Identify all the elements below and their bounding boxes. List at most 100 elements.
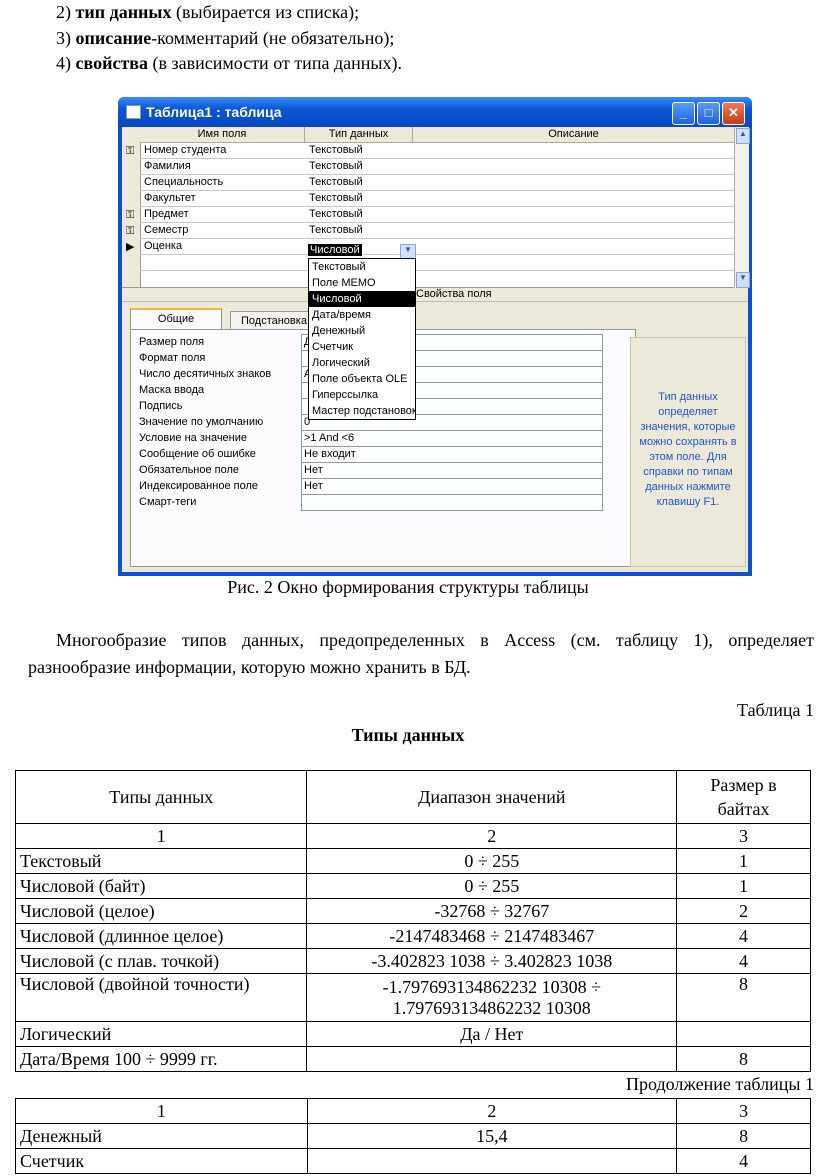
data-type-combobox[interactable]: Числовой ▼ xyxy=(308,244,416,260)
type-cell: Дата/Время 100 ÷ 9999 гг. xyxy=(14,1046,308,1072)
property-label: Обязательное поле xyxy=(139,464,240,476)
grid-scrollbar[interactable]: ▲ ▼ xyxy=(734,127,750,288)
type-cell: Числовой (целое) xyxy=(14,898,308,924)
list-text: (выбирается из списка); xyxy=(171,2,360,22)
property-label: Подпись xyxy=(139,400,183,412)
dropdown-option-selected[interactable]: Числовой xyxy=(309,291,416,307)
window-titlebar[interactable]: Таблица1 : таблица _ □ ✕ xyxy=(118,97,752,127)
scroll-down-icon[interactable]: ▼ xyxy=(736,272,750,288)
property-field[interactable]: Не входит xyxy=(301,446,603,463)
list-term: описание xyxy=(75,28,152,48)
close-button[interactable]: ✕ xyxy=(722,102,745,125)
range-cell: -32768 ÷ 32767 xyxy=(306,898,678,924)
access-table-window: Таблица1 : таблица _ □ ✕ Имя поля Тип да… xyxy=(118,97,752,576)
dropdown-option[interactable]: Дата/время xyxy=(309,307,416,323)
field-name-cell[interactable]: Номер студента xyxy=(144,144,226,156)
range-cell: 15,4 xyxy=(306,1123,678,1149)
field-type-cell[interactable]: Текстовый xyxy=(309,144,363,156)
help-text: Тип данных определяет значения, которые … xyxy=(639,391,737,508)
property-field[interactable] xyxy=(301,494,603,511)
property-label: Размер поля xyxy=(139,336,205,348)
list-number: 4) xyxy=(56,53,71,73)
dropdown-option[interactable]: Мастер подстановок... xyxy=(309,403,416,419)
figure-caption: Рис. 2 Окно формирования структуры табли… xyxy=(227,577,589,597)
minimize-button[interactable]: _ xyxy=(672,102,695,125)
field-name-cell[interactable]: Специальность xyxy=(144,176,223,188)
type-cell: Числовой (байт) xyxy=(14,873,308,899)
combobox-value[interactable]: Числовой xyxy=(308,244,362,256)
data-types-table: Типы данных Диапазон значений Размер в б… xyxy=(14,770,811,1072)
range-cell: -1.797693134862232 10308 ÷ 1.79769313486… xyxy=(306,973,678,1022)
window-title: Таблица1 : таблица xyxy=(146,104,282,120)
size-cell: 8 xyxy=(676,973,811,1022)
scroll-up-icon[interactable]: ▲ xyxy=(736,128,750,144)
property-label: Значение по умолчанию xyxy=(139,416,264,428)
table-row-empty[interactable] xyxy=(140,255,734,271)
size-cell: 1 xyxy=(676,848,811,874)
field-name-cell[interactable]: Предмет xyxy=(144,208,189,220)
header-description[interactable]: Описание xyxy=(413,127,735,143)
table-row[interactable]: Специальность Текстовый xyxy=(140,175,734,191)
table-row[interactable]: Фамилия Текстовый xyxy=(140,159,734,175)
type-cell: Числовой (длинное целое) xyxy=(14,923,308,949)
size-cell: 8 xyxy=(676,1123,811,1149)
header-field-name[interactable]: Имя поля xyxy=(140,127,305,143)
table-row: Логический Да / Нет xyxy=(14,1021,811,1047)
dropdown-option[interactable]: Логический xyxy=(309,355,416,371)
dropdown-option[interactable]: Денежный xyxy=(309,323,416,339)
field-type-cell[interactable]: Текстовый xyxy=(309,160,363,172)
table-row: Денежный 15,4 8 xyxy=(15,1123,811,1149)
range-cell: -2147483468 ÷ 2147483467 xyxy=(306,923,678,949)
dropdown-option[interactable]: Поле объекта OLE xyxy=(309,371,416,387)
dropdown-option[interactable]: Счетчик xyxy=(309,339,416,355)
field-type-cell[interactable]: Текстовый xyxy=(309,176,363,188)
field-name-cell[interactable]: Фамилия xyxy=(144,160,191,172)
table-row[interactable]: Предмет Текстовый xyxy=(140,207,734,223)
number-cell: 1 xyxy=(15,1098,308,1124)
dropdown-option[interactable]: Гиперссылка xyxy=(309,387,416,403)
property-value: Не входит xyxy=(304,448,356,460)
property-row[interactable]: Обязательное поле Нет xyxy=(139,462,629,479)
data-type-dropdown[interactable]: Текстовый Поле MEMO Числовой Дата/время … xyxy=(308,258,416,420)
dropdown-option[interactable]: Текстовый xyxy=(309,259,416,275)
property-field[interactable]: Нет xyxy=(301,478,603,495)
header-data-type[interactable]: Тип данных xyxy=(305,127,413,143)
property-row[interactable]: Индексированное поле Нет xyxy=(139,478,629,495)
property-value: Нет xyxy=(304,480,323,492)
property-field[interactable]: Нет xyxy=(301,462,603,479)
list-number: 3) xyxy=(56,28,71,48)
field-type-cell[interactable]: Текстовый xyxy=(309,192,363,204)
primary-key-icon: ⚿ xyxy=(126,209,135,221)
maximize-button[interactable]: □ xyxy=(697,102,720,125)
size-cell xyxy=(676,1021,811,1047)
property-label: Сообщение об ошибке xyxy=(139,448,256,460)
property-label: Индексированное поле xyxy=(139,480,258,492)
range-cell xyxy=(306,1148,678,1174)
field-grid: Имя поля Тип данных Описание Номер студе… xyxy=(122,127,735,288)
property-row[interactable]: Условие на значение >1 And <6 xyxy=(139,430,629,447)
table-title: Типы данных xyxy=(351,725,465,745)
table-row[interactable]: Номер студента Текстовый xyxy=(140,143,734,159)
tab-lookup[interactable]: Подстановка xyxy=(230,311,318,330)
range-cell: Да / Нет xyxy=(306,1021,678,1047)
tab-general[interactable]: Общие xyxy=(130,308,222,331)
table-row: Дата/Время 100 ÷ 9999 гг. 8 xyxy=(14,1046,811,1072)
number-cell: 3 xyxy=(676,1098,811,1124)
table-row: Счетчик 4 xyxy=(15,1148,811,1174)
field-name-cell[interactable]: Факультет xyxy=(144,192,196,204)
property-row[interactable]: Смарт-теги xyxy=(139,494,629,511)
field-name-cell[interactable]: Оценка xyxy=(144,240,182,252)
table-header-row: Типы данных Диапазон значений Размер в б… xyxy=(14,770,811,824)
field-type-cell[interactable]: Текстовый xyxy=(309,208,363,220)
dropdown-option[interactable]: Поле MEMO xyxy=(309,275,416,291)
field-name-cell[interactable]: Семестр xyxy=(144,224,188,236)
type-cell: Счетчик xyxy=(15,1148,308,1174)
table-row[interactable]: Факультет Текстовый xyxy=(140,191,734,207)
field-type-cell[interactable]: Текстовый xyxy=(309,224,363,236)
property-field[interactable]: >1 And <6 xyxy=(301,430,603,447)
range-cell: 0 ÷ 255 xyxy=(306,873,678,899)
table-row[interactable]: Оценка xyxy=(140,239,734,255)
property-row[interactable]: Сообщение об ошибке Не входит xyxy=(139,446,629,463)
table-row[interactable]: Семестр Текстовый xyxy=(140,223,734,239)
size-cell: 4 xyxy=(676,923,811,949)
